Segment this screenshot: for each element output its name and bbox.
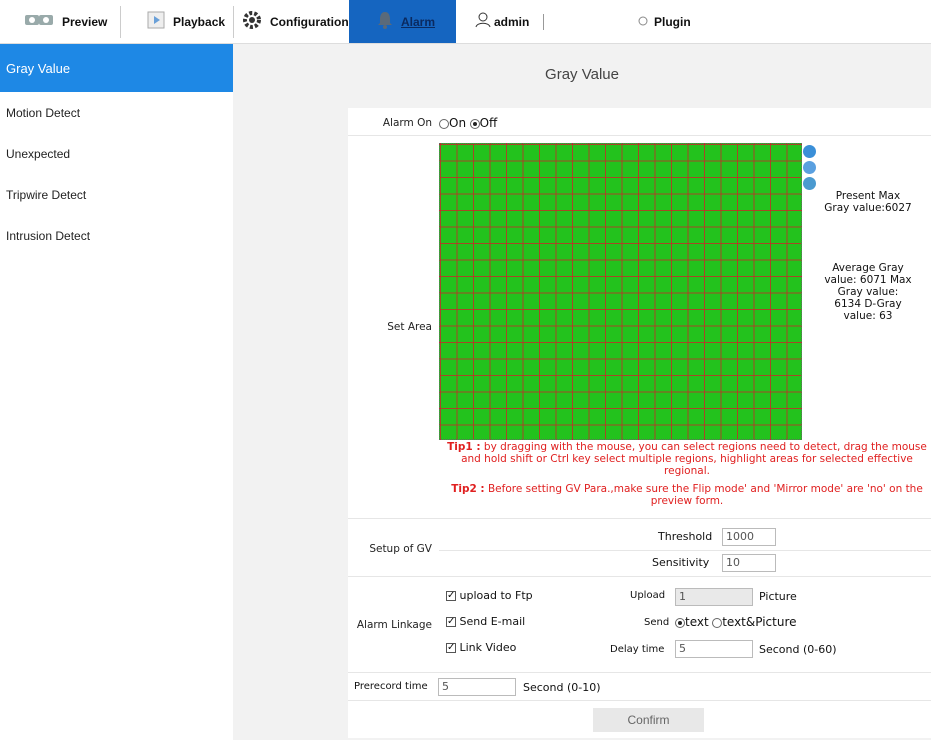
- sidebar-item-unexpected[interactable]: Unexpected: [0, 133, 233, 174]
- send-options: text text&Picture: [675, 615, 797, 629]
- link-video-label: Link Video: [459, 641, 517, 654]
- sensitivity-label: Sensitivity: [652, 556, 710, 569]
- gray-value-form: Alarm On On Off Set Area Present Max Gra…: [348, 108, 931, 738]
- nav-configuration[interactable]: Configuration: [242, 0, 349, 43]
- setup-gv-row: Setup of GV Threshold 1000 Sensitivity 1…: [348, 519, 931, 577]
- link-video-checkbox[interactable]: ✓: [446, 643, 456, 653]
- nav-preview[interactable]: Preview: [24, 0, 119, 43]
- upload-ftp-label: upload to Ftp: [459, 589, 533, 602]
- alarm-on-options: On Off: [439, 116, 497, 130]
- send-text-radio[interactable]: [675, 618, 685, 628]
- alarm-on-label: Alarm On: [382, 117, 432, 129]
- send-email-checkbox[interactable]: ✓: [446, 617, 456, 627]
- send-email-option[interactable]: ✓ Send E-mail: [446, 615, 525, 628]
- alarm-on-radio-label: On: [449, 116, 467, 130]
- camera-icon: [24, 11, 54, 32]
- delay-time-unit: Second (0-60): [759, 643, 837, 656]
- threshold-label: Threshold: [658, 530, 713, 543]
- setup-gv-label: Setup of GV: [369, 543, 432, 555]
- main-content: Gray Value Alarm On On Off Set Area Pres…: [233, 44, 931, 740]
- send-text-picture-label: text&Picture: [722, 615, 797, 629]
- upload-count-input: 1: [675, 588, 753, 606]
- link-video-option[interactable]: ✓ Link Video: [446, 641, 516, 654]
- sidebar-item-label: Tripwire Detect: [6, 187, 87, 202]
- select-all-icon[interactable]: [803, 177, 816, 190]
- sidebar-item-label: Unexpected: [6, 146, 71, 161]
- sidebar-item-tripwire-detect[interactable]: Tripwire Detect: [0, 174, 233, 215]
- prerecord-label: Prerecord time: [354, 681, 428, 692]
- plugin-icon: [638, 15, 648, 29]
- tip2-text: Before setting GV Para.,make sure the Fl…: [484, 483, 923, 507]
- nav-admin[interactable]: admin: [475, 0, 545, 43]
- set-area-label: Set Area: [387, 321, 432, 333]
- sidebar-item-label: Intrusion Detect: [6, 228, 91, 243]
- gear-icon: [242, 10, 262, 33]
- sidebar-item-gray-value[interactable]: Gray Value: [0, 44, 233, 92]
- divider: [439, 550, 931, 551]
- nav-plugin-label: Plugin: [654, 14, 691, 29]
- upload-ftp-checkbox[interactable]: ✓: [446, 591, 456, 601]
- send-text-picture-radio[interactable]: [712, 618, 723, 628]
- set-area-row: Set Area Present Max Gray value:6027 Ave…: [348, 136, 931, 519]
- sidebar-item-intrusion-detect[interactable]: Intrusion Detect: [0, 215, 233, 256]
- tip1-label: Tip1 :: [447, 441, 481, 453]
- gray-stats: Average Gray value: 6071 Max Gray value:…: [824, 262, 912, 322]
- bell-icon: [377, 11, 393, 32]
- upload-label: Upload: [630, 590, 666, 601]
- nav-divider: [233, 6, 234, 38]
- top-nav: Preview Playback Configuration Alarm adm…: [0, 0, 931, 44]
- nav-alarm[interactable]: Alarm: [349, 0, 456, 43]
- clear-area-icon[interactable]: [803, 161, 816, 174]
- tip1-text: by dragging with the mouse, you can sele…: [461, 441, 927, 477]
- sidebar-item-motion-detect[interactable]: Motion Detect: [0, 92, 233, 133]
- alarm-on-row: Alarm On On Off: [348, 108, 931, 136]
- alarm-linkage-row: Alarm Linkage ✓ upload to Ftp ✓ Send E-m…: [348, 577, 931, 673]
- tip2-label: Tip2 :: [451, 483, 485, 495]
- prerecord-unit: Second (0-10): [523, 681, 601, 694]
- nav-configuration-label: Configuration: [270, 14, 349, 29]
- nav-admin-label: admin: [494, 14, 530, 29]
- sidebar-item-label: Gray Value: [6, 60, 71, 76]
- alarm-linkage-label: Alarm Linkage: [356, 619, 432, 631]
- nav-alarm-label: Alarm: [401, 14, 436, 29]
- send-email-label: Send E-mail: [459, 615, 526, 628]
- send-text-label: text: [685, 615, 709, 629]
- prerecord-row: Prerecord time 5 Second (0-10): [348, 673, 931, 701]
- delay-time-input[interactable]: 5: [675, 640, 753, 658]
- nav-playback[interactable]: Playback: [147, 0, 232, 43]
- sensitivity-input[interactable]: 10: [722, 554, 776, 572]
- confirm-button[interactable]: Confirm: [593, 708, 704, 732]
- alarm-off-radio[interactable]: [469, 119, 480, 129]
- nav-plugin[interactable]: Plugin: [638, 0, 708, 43]
- upload-ftp-option[interactable]: ✓ upload to Ftp: [446, 589, 533, 602]
- threshold-input[interactable]: 1000: [722, 528, 776, 546]
- alarm-off-radio-label: Off: [479, 116, 498, 130]
- detection-grid[interactable]: [439, 143, 802, 440]
- picture-label: Picture: [759, 590, 797, 603]
- alarm-on-radio[interactable]: [439, 119, 449, 129]
- sidebar-item-label: Motion Detect: [6, 105, 81, 120]
- nav-divider: [543, 13, 545, 30]
- tip1: Tip1 : by dragging with the mouse, you c…: [443, 441, 931, 477]
- page-title: Gray Value: [545, 65, 619, 83]
- draw-area-icon[interactable]: [803, 145, 816, 158]
- delay-time-label: Delay time: [610, 644, 665, 655]
- present-max-gray: Present Max Gray value:6027: [824, 190, 912, 214]
- sidebar: Gray Value Motion Detect Unexpected Trip…: [0, 44, 233, 740]
- nav-preview-label: Preview: [62, 14, 108, 29]
- nav-divider: [120, 6, 121, 38]
- nav-playback-label: Playback: [173, 14, 226, 29]
- prerecord-input[interactable]: 5: [438, 678, 516, 696]
- tip2: Tip2 : Before setting GV Para.,make sure…: [443, 483, 931, 507]
- user-icon: [475, 12, 491, 31]
- send-label: Send: [644, 617, 670, 628]
- playback-icon: [147, 11, 165, 32]
